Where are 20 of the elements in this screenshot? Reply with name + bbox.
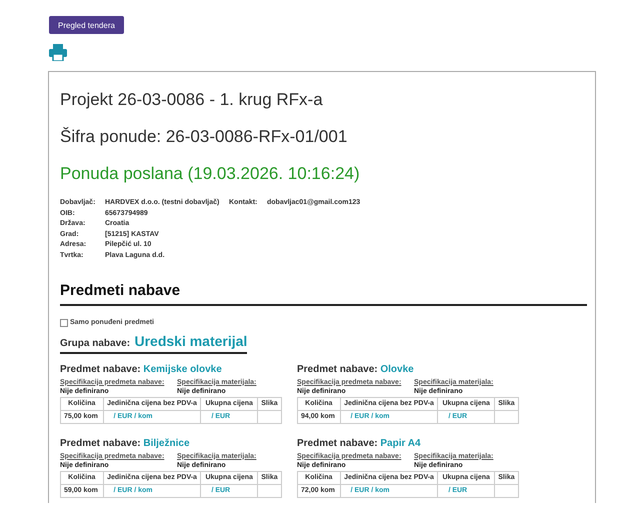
item-label: Predmet nabave: (60, 364, 141, 375)
image-cell (257, 484, 282, 498)
item-label: Predmet nabave: (60, 438, 141, 449)
tender-overview-button[interactable]: Pregled tendera (49, 16, 124, 34)
project-title: Projekt 26-03-0086 - 1. krug RFx-a (60, 90, 323, 109)
item-name: Papir A4 (380, 438, 421, 449)
item-name: Olovke (380, 364, 414, 375)
print-icon[interactable] (49, 44, 67, 61)
item-label: Predmet nabave: (297, 364, 378, 375)
offer-code: Šifra ponude: 26-03-0086-RFx-01/001 (60, 127, 348, 146)
section-title: Predmeti nabave (60, 282, 180, 299)
group-heading: Grupa nabave: Uredski materijal (60, 332, 248, 354)
item-name: Kemijske olovke (143, 364, 222, 375)
item-name: Bilježnice (143, 438, 190, 449)
image-cell (257, 410, 282, 424)
offer-status: Ponuda poslana (19.03.2026. 10:16:24) (60, 164, 360, 183)
image-cell (494, 484, 518, 498)
checkbox[interactable] (60, 318, 68, 327)
item-label: Predmet nabave: (297, 438, 378, 449)
image-cell (494, 410, 518, 424)
